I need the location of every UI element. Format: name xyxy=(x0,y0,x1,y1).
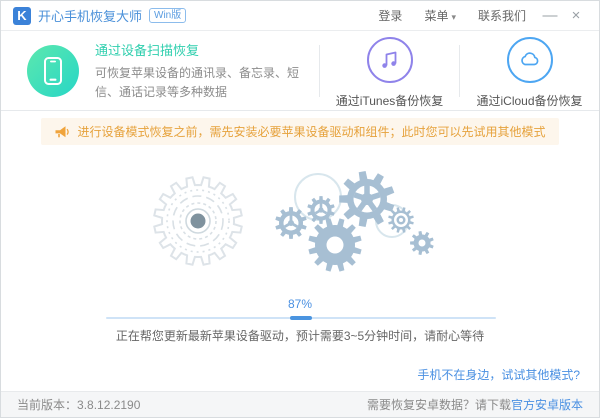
version-text: 当前版本：3.8.12.2190 xyxy=(17,398,141,412)
close-button[interactable]: × xyxy=(563,2,589,30)
itunes-mode-label: 通过iTunes备份恢复 xyxy=(335,93,444,108)
mode-device-scan[interactable]: 通过设备扫描恢复 可恢复苹果设备的通讯录、备忘录、短信、通话记录等多种数据 xyxy=(1,31,319,110)
contact-us-link[interactable]: 联系我们 xyxy=(478,7,526,24)
menu-label: 菜单 xyxy=(424,9,449,23)
win-version-badge: Win版 xyxy=(149,8,187,23)
try-other-mode-link[interactable]: 手机不在身边，试试其他模式? xyxy=(417,366,580,383)
device-mode-description: 可恢复苹果设备的通讯录、备忘录、短信、通话记录等多种数据 xyxy=(95,65,300,99)
progress-percent: 87% xyxy=(287,297,313,311)
itunes-music-icon xyxy=(366,36,413,83)
gears-illustration xyxy=(1,163,599,286)
statusbar: 当前版本：3.8.12.2190 需要恢复安卓数据？请下载官方安卓版本 xyxy=(1,391,599,417)
chevron-down-icon: ▾ xyxy=(451,12,456,22)
android-version-link[interactable]: 官方安卓版本 xyxy=(511,398,583,412)
mode-icloud[interactable]: 通过iCloud备份恢复 xyxy=(460,31,599,110)
main-content: 进行设备模式恢复之前，需先安装必要苹果设备驱动和组件；此时您可以先试用其他模式 … xyxy=(1,111,599,391)
progress-bar xyxy=(106,316,496,320)
notice-row: 进行设备模式恢复之前，需先安装必要苹果设备驱动和组件；此时您可以先试用其他模式 xyxy=(1,118,599,145)
progress-bar-thumb xyxy=(290,316,312,320)
app-window: K 开心手机恢复大师 Win版 登录 菜单 ▾ 联系我们 — × 通过设备扫描恢复… xyxy=(0,0,600,418)
mode-itunes[interactable]: 通过iTunes备份恢复 xyxy=(320,31,459,110)
mode-selector: 通过设备扫描恢复 可恢复苹果设备的通讯录、备忘录、短信、通话记录等多种数据 通过… xyxy=(1,31,599,111)
icloud-mode-label: 通过iCloud备份恢复 xyxy=(476,93,583,108)
logo-letter: K xyxy=(17,8,27,23)
titlebar: K 开心手机恢复大师 Win版 登录 菜单 ▾ 联系我们 — × xyxy=(1,1,599,31)
device-phone-icon xyxy=(27,44,79,97)
login-link[interactable]: 登录 xyxy=(378,7,402,24)
app-title: 开心手机恢复大师 xyxy=(38,9,143,24)
notice-bar: 进行设备模式恢复之前，需先安装必要苹果设备驱动和组件；此时您可以先试用其他模式 xyxy=(41,118,559,145)
minimize-button[interactable]: — xyxy=(537,2,563,30)
android-prompt: 需要恢复安卓数据？请下载官方安卓版本 xyxy=(366,398,583,412)
menu-link[interactable]: 菜单 ▾ xyxy=(424,7,456,24)
device-mode-title: 通过设备扫描恢复 xyxy=(95,42,200,58)
notice-text: 进行设备模式恢复之前，需先安装必要苹果设备驱动和组件；此时您可以先试用其他模式 xyxy=(77,125,546,139)
megaphone-icon xyxy=(55,125,70,137)
icloud-cloud-icon xyxy=(506,36,553,83)
app-logo-icon: K xyxy=(13,6,31,25)
device-mode-text: 通过设备扫描恢复 可恢复苹果设备的通讯录、备忘录、短信、通话记录等多种数据 xyxy=(95,40,307,101)
progress-status: 正在帮您更新最新苹果设备驱动，预计需要3~5分钟时间，请耐心等待 xyxy=(115,329,485,343)
